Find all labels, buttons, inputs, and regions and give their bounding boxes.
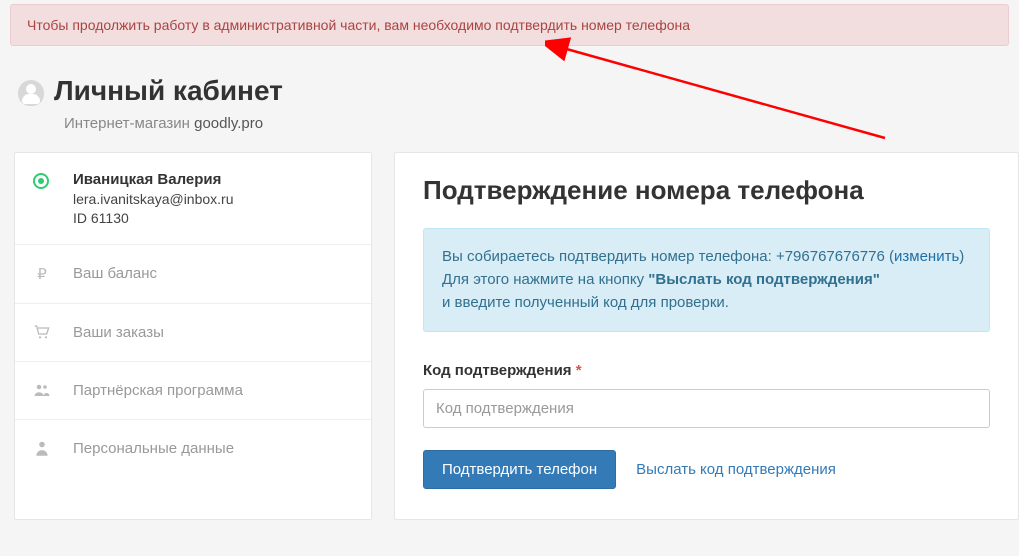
- required-mark: *: [576, 362, 582, 379]
- users-icon: [33, 383, 51, 397]
- code-label-text: Код подтверждения: [423, 362, 572, 379]
- subtitle-prefix: Интернет-магазин: [64, 115, 194, 132]
- info-line2-bold: "Выслать код подтверждения": [648, 271, 880, 288]
- sidebar-item-affiliate[interactable]: Партнёрская программа: [15, 362, 371, 420]
- sidebar-user-block: Иваницкая Валерия lera.ivanitskaya@inbox…: [15, 153, 371, 245]
- main-panel: Подтверждение номера телефона Вы собирае…: [394, 152, 1019, 520]
- info-phone: +796767676776: [776, 248, 885, 265]
- person-icon: [33, 440, 51, 456]
- user-email: lera.ivanitskaya@inbox.ru: [73, 191, 234, 207]
- shop-name: goodly.pro: [194, 115, 263, 132]
- sidebar: Иваницкая Валерия lera.ivanitskaya@inbox…: [14, 152, 372, 520]
- info-box: Вы собираетесь подтвердить номер телефон…: [423, 228, 990, 332]
- code-input[interactable]: [423, 389, 990, 428]
- info-line2-prefix: Для этого нажмите на кнопку: [442, 271, 648, 288]
- confirm-phone-button[interactable]: Подтвердить телефон: [423, 450, 616, 489]
- info-line1-prefix: Вы собираетесь подтвердить номер телефон…: [442, 248, 776, 265]
- sidebar-item-personal[interactable]: Персональные данные: [15, 420, 371, 477]
- page-title: Личный кабинет: [54, 76, 283, 107]
- info-change-open: (: [885, 248, 894, 265]
- sidebar-item-label: Ваш баланс: [73, 265, 157, 282]
- sidebar-item-label: Партнёрская программа: [73, 382, 243, 399]
- cart-icon: [33, 325, 51, 339]
- user-name: Иваницкая Валерия: [73, 171, 234, 188]
- change-phone-link[interactable]: изменить: [894, 248, 959, 265]
- info-line3: и введите полученный код для проверки.: [442, 291, 971, 314]
- resend-code-link[interactable]: Выслать код подтверждения: [636, 461, 836, 478]
- alert-phone-confirm: Чтобы продолжить работу в административн…: [10, 4, 1009, 46]
- alert-text: Чтобы продолжить работу в административн…: [27, 17, 690, 33]
- page-subtitle: Интернет-магазин goodly.pro: [64, 115, 283, 132]
- ruble-icon: ₽: [33, 265, 51, 283]
- sidebar-item-balance[interactable]: ₽ Ваш баланс: [15, 245, 371, 304]
- user-id: ID 61130: [73, 210, 234, 226]
- sidebar-item-label: Персональные данные: [73, 440, 234, 457]
- sidebar-item-label: Ваши заказы: [73, 324, 164, 341]
- sidebar-item-orders[interactable]: Ваши заказы: [15, 304, 371, 362]
- avatar-icon: [18, 80, 44, 106]
- main-title: Подтверждение номера телефона: [423, 175, 990, 206]
- code-label: Код подтверждения *: [423, 362, 990, 379]
- user-online-icon: [33, 173, 49, 189]
- page-header: Личный кабинет Интернет-магазин goodly.p…: [0, 46, 1019, 152]
- info-change-close: ): [959, 248, 964, 265]
